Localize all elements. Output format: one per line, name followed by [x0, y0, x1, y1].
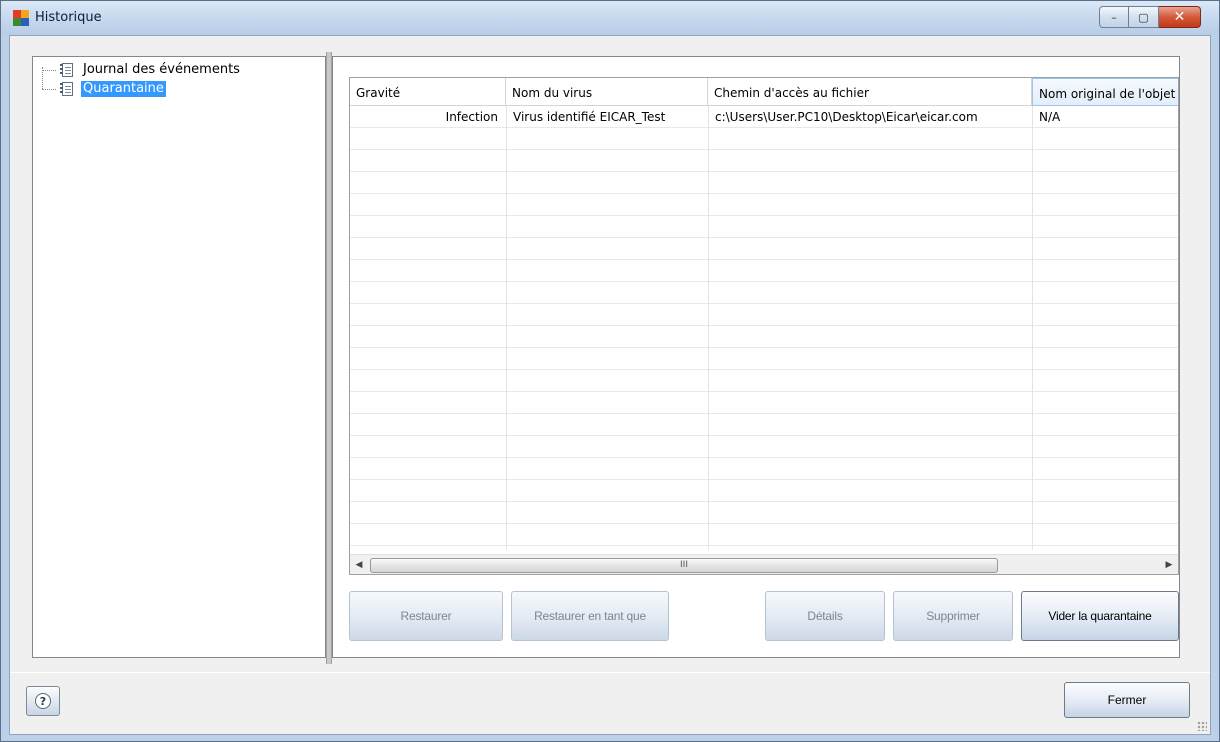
maximize-button[interactable]: ▢ — [1129, 6, 1159, 28]
column-header-virus-name[interactable]: Nom du virus — [506, 78, 708, 106]
quarantine-table: Gravité Nom du virus Chemin d'accès au f… — [349, 77, 1179, 575]
table-cell-file-path[interactable]: c:\Users\User.PC10\Desktop\Eicar\eicar.c… — [715, 106, 1029, 128]
table-cell-original-name[interactable]: N/A — [1039, 106, 1178, 128]
history-window: Historique – ▢ ✕ Journal des événements … — [0, 0, 1220, 742]
title-bar[interactable]: Historique – ▢ ✕ — [1, 1, 1219, 35]
column-header-original-name[interactable]: Nom original de l'objet — [1032, 78, 1178, 106]
tree-item-event-log[interactable]: Journal des événements — [43, 61, 242, 79]
help-icon: ? — [35, 693, 51, 709]
help-button[interactable]: ? — [26, 686, 60, 716]
scroll-right-icon[interactable]: ▶ — [1160, 555, 1178, 574]
document-log-icon — [59, 81, 75, 97]
minimize-button[interactable]: – — [1099, 6, 1129, 28]
tree-item-label: Journal des événements — [83, 62, 240, 77]
tree-item-label: Quarantaine — [81, 81, 166, 97]
avg-logo-icon — [13, 10, 29, 26]
footer-divider — [10, 672, 1210, 673]
table-header: Gravité Nom du virus Chemin d'accès au f… — [350, 78, 1178, 106]
document-log-icon — [59, 62, 75, 78]
horizontal-scrollbar[interactable]: ◀ III ▶ — [350, 554, 1178, 574]
tree-item-quarantine[interactable]: Quarantaine — [43, 80, 166, 98]
delete-button[interactable]: Supprimer — [893, 591, 1013, 641]
column-header-severity[interactable]: Gravité — [350, 78, 506, 106]
column-header-file-path[interactable]: Chemin d'accès au fichier — [708, 78, 1032, 106]
resize-grip-icon[interactable] — [1197, 721, 1207, 731]
window-controls: – ▢ ✕ — [1099, 6, 1201, 28]
close-button[interactable]: Fermer — [1064, 682, 1190, 718]
column-divider — [708, 106, 709, 550]
details-button[interactable]: Détails — [765, 591, 885, 641]
scrollbar-thumb[interactable]: III — [370, 558, 998, 573]
grip-icon: III — [680, 560, 688, 570]
restore-as-button[interactable]: Restaurer en tant que — [511, 591, 669, 641]
window-title: Historique — [35, 10, 102, 25]
history-tree: Journal des événements Quarantaine — [32, 56, 326, 658]
close-icon: ✕ — [1173, 9, 1186, 25]
column-divider — [506, 106, 507, 550]
table-cell-severity[interactable]: Infection — [350, 106, 498, 128]
empty-quarantine-button[interactable]: Vider la quarantaine — [1021, 591, 1179, 641]
table-body — [350, 106, 1178, 550]
column-divider — [1032, 106, 1033, 550]
restore-button[interactable]: Restaurer — [349, 591, 503, 641]
table-cell-virus-name[interactable]: Virus identifié EICAR_Test — [513, 106, 703, 128]
window-client-area: Journal des événements Quarantaine Gravi… — [9, 35, 1211, 735]
minimize-icon: – — [1111, 10, 1117, 24]
quarantine-panel: Gravité Nom du virus Chemin d'accès au f… — [332, 56, 1180, 658]
scroll-left-icon[interactable]: ◀ — [350, 555, 368, 574]
close-window-button[interactable]: ✕ — [1159, 6, 1201, 28]
maximize-icon: ▢ — [1138, 10, 1149, 24]
